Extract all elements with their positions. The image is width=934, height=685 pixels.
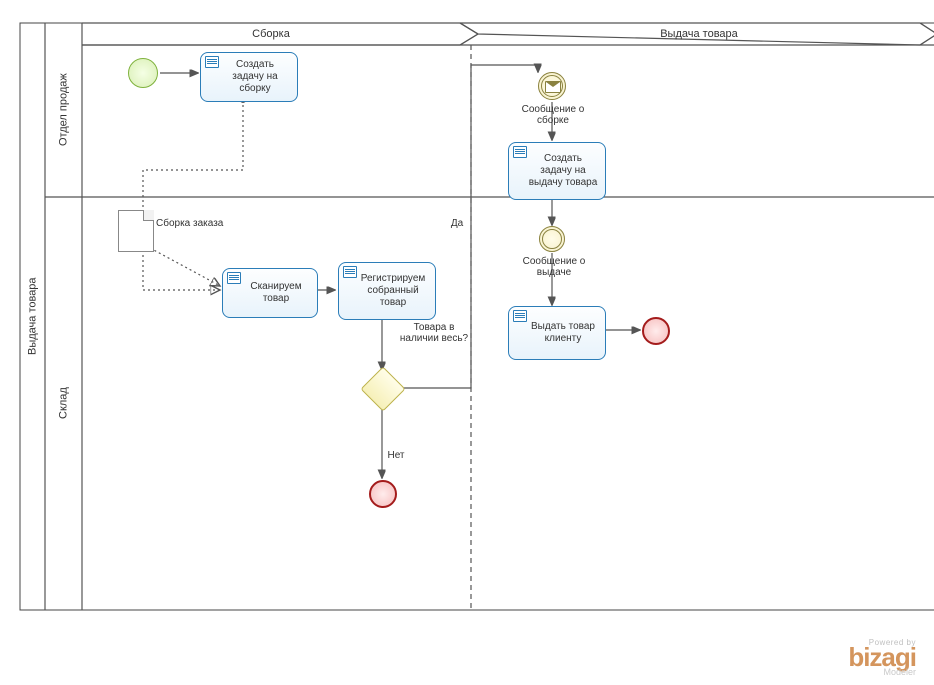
gateway-no-label: Нет [384, 450, 408, 461]
task-label: Создать задачу на выдачу товара [527, 153, 599, 189]
manual-task-icon [227, 272, 241, 284]
msg-throw-delivery[interactable] [539, 226, 565, 252]
pool-label: Выдача товара [20, 23, 45, 610]
task-issue[interactable]: Выдать товар клиенту [508, 306, 606, 360]
task-label: Регистрируем собранный товар [357, 273, 429, 309]
msg-assembly-label: Сообщение о сборке [518, 104, 588, 126]
task-label: Выдать товар клиенту [527, 321, 599, 345]
start-event[interactable] [128, 58, 158, 88]
envelope-icon [545, 81, 561, 93]
task-label: Создать задачу на сборку [219, 59, 291, 95]
phase-delivery: Выдача товара [478, 23, 920, 45]
task-register[interactable]: Регистрируем собранный товар [338, 262, 436, 320]
end-event-done[interactable] [642, 317, 670, 345]
msg-catch-assembly[interactable] [538, 72, 566, 100]
gateway-label: Товара в наличии весь? [395, 322, 473, 344]
manual-task-icon [343, 266, 357, 278]
brand-logo: Powered by bizagi Modeler [848, 638, 916, 677]
manual-task-icon [513, 146, 527, 158]
brand-name: bizagi [848, 647, 916, 667]
artifact-order-doc[interactable] [118, 210, 154, 252]
phase-assembly: Сборка [82, 23, 460, 45]
task-scan[interactable]: Сканируем товар [222, 268, 318, 318]
task-label: Сканируем товар [241, 281, 311, 305]
task-create-assembly[interactable]: Создать задачу на сборку [200, 52, 298, 102]
manual-task-icon [513, 310, 527, 322]
artifact-order-label: Сборка заказа [156, 218, 236, 229]
lane-warehouse-label: Склад [45, 197, 82, 610]
manual-task-icon [205, 56, 219, 68]
task-create-delivery[interactable]: Создать задачу на выдачу товара [508, 142, 606, 200]
lane-sales-label: Отдел продаж [45, 23, 82, 197]
end-event-no-stock[interactable] [369, 480, 397, 508]
msg-delivery-label: Сообщение о выдаче [518, 256, 590, 278]
gateway-yes-label: Да [445, 218, 469, 229]
